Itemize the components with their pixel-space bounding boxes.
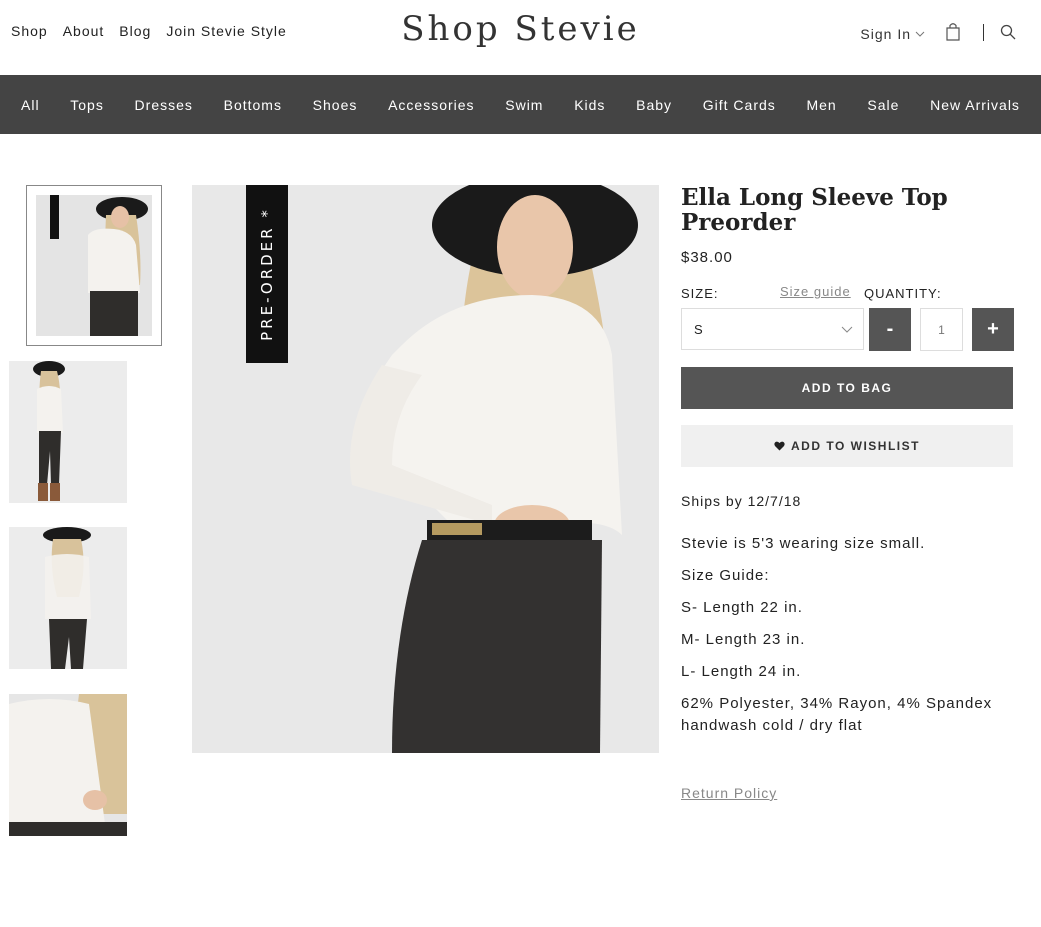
category-dresses[interactable]: Dresses <box>135 97 193 113</box>
ship-date: Ships by 12/7/18 <box>681 493 802 509</box>
preorder-badge: PRE-ORDER * <box>246 185 288 363</box>
site-header: Shop About Blog Join Stevie Style Shop S… <box>0 0 1041 75</box>
size-guide-link[interactable]: Size guide <box>780 284 851 299</box>
thumbnail-image <box>9 527 127 669</box>
category-swim[interactable]: Swim <box>505 97 543 113</box>
category-new-arrivals[interactable]: New Arrivals <box>930 97 1020 113</box>
thumbnail-front-view[interactable] <box>36 195 152 336</box>
category-bottoms[interactable]: Bottoms <box>224 97 282 113</box>
chevron-down-icon <box>841 326 853 333</box>
header-tools: Sign In <box>860 20 1016 44</box>
thumbnail-full-body[interactable] <box>9 361 127 503</box>
main-product-image[interactable]: PRE-ORDER * <box>192 185 659 753</box>
heart-icon <box>774 441 785 451</box>
header-divider <box>983 23 984 41</box>
description-line: L- Length 24 in. <box>681 663 802 680</box>
sign-in-label: Sign In <box>860 26 911 42</box>
category-men[interactable]: Men <box>806 97 836 113</box>
category-baby[interactable]: Baby <box>636 97 672 113</box>
product-price: $38.00 <box>681 249 733 266</box>
category-kids[interactable]: Kids <box>574 97 605 113</box>
category-all[interactable]: All <box>21 97 40 113</box>
description-line: 62% Polyester, 34% Rayon, 4% Spandex han… <box>681 695 993 734</box>
chevron-down-icon <box>915 31 925 37</box>
search-icon[interactable] <box>1000 24 1016 40</box>
thumbnail-image <box>9 694 127 836</box>
thumbnail-image <box>36 195 152 336</box>
quantity-increase-button[interactable]: + <box>972 308 1014 351</box>
product-description: Stevie is 5'3 wearing size small. Size G… <box>681 533 1013 737</box>
description-line: S- Length 22 in. <box>681 599 803 616</box>
category-shoes[interactable]: Shoes <box>313 97 358 113</box>
option-controls: S - + <box>681 308 1014 351</box>
description-line: M- Length 23 in. <box>681 631 806 648</box>
category-sale[interactable]: Sale <box>867 97 899 113</box>
description-line: Size Guide: <box>681 567 770 584</box>
size-select[interactable]: S <box>681 308 864 350</box>
category-nav: All Tops Dresses Bottoms Shoes Accessori… <box>0 75 1041 134</box>
quantity-input[interactable] <box>920 308 963 351</box>
product-title: Ella Long Sleeve Top Preorder <box>681 184 948 236</box>
add-to-bag-button[interactable]: ADD TO BAG <box>681 367 1013 409</box>
thumbnail-sleeve-detail[interactable] <box>9 694 127 836</box>
thumbnail-back-view[interactable] <box>9 527 127 669</box>
add-to-wishlist-label: ADD TO WISHLIST <box>791 439 920 453</box>
quantity-decrease-button[interactable]: - <box>869 308 911 351</box>
category-accessories[interactable]: Accessories <box>388 97 474 113</box>
category-gift-cards[interactable]: Gift Cards <box>703 97 776 113</box>
thumbnail-image <box>9 361 127 503</box>
return-policy-link[interactable]: Return Policy <box>681 785 777 801</box>
size-select-value: S <box>694 322 703 337</box>
product-info: Ella Long Sleeve Top Preorder $38.00 SIZ… <box>681 184 1014 803</box>
category-tops[interactable]: Tops <box>70 97 104 113</box>
size-label: SIZE: <box>681 286 719 301</box>
sign-in-dropdown[interactable]: Sign In <box>860 26 925 42</box>
description-line: Stevie is 5'3 wearing size small. <box>681 535 926 552</box>
option-labels: SIZE: Size guide QUANTITY: <box>681 284 1013 302</box>
add-to-wishlist-button[interactable]: ADD TO WISHLIST <box>681 425 1013 467</box>
quantity-label: QUANTITY: <box>864 286 942 301</box>
shopping-bag-icon[interactable] <box>945 22 961 42</box>
